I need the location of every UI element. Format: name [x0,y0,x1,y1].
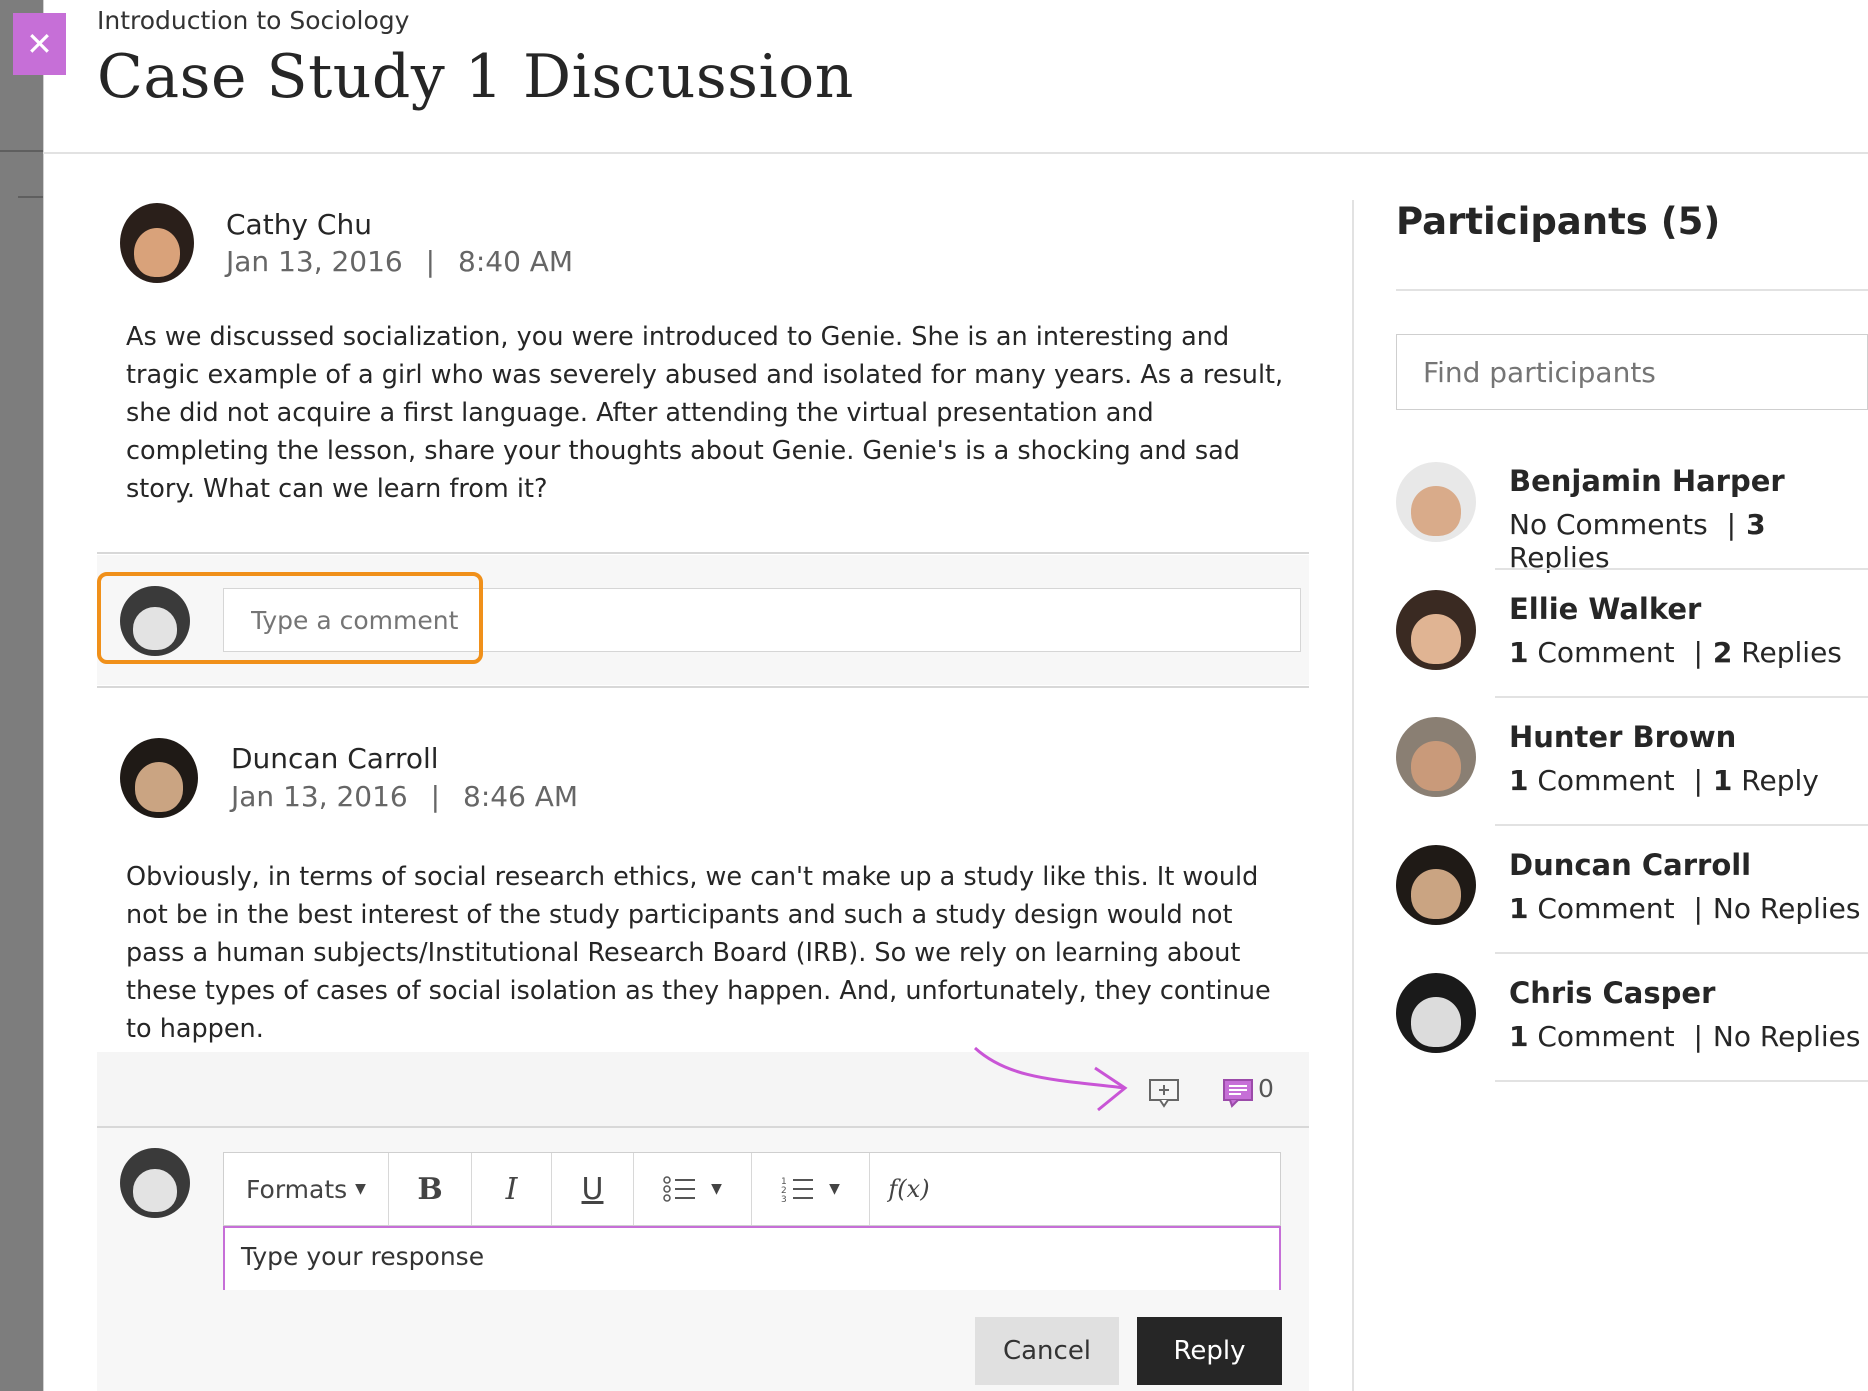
highlight-box [97,572,483,664]
background-page [0,0,43,1391]
replies-icon[interactable] [1222,1078,1254,1108]
avatar [1396,973,1476,1053]
comment-label: Comment [1528,1020,1675,1053]
post-timestamp: Jan 13, 2016 | 8:40 AM [226,245,573,278]
formula-button[interactable]: f(x) [870,1153,948,1225]
participant-stats: No Comments | 3 Replies [1509,508,1868,574]
chevron-down-icon: ▼ [711,1181,722,1197]
post-timestamp: Jan 13, 2016 | 8:46 AM [231,780,578,813]
participants-title: Participants (5) [1396,200,1721,243]
post-time: 8:40 AM [458,245,574,278]
reply-label: No Replies [1712,892,1861,925]
participant-stats: 1 Comment | No Replies [1509,1020,1860,1053]
participant-name[interactable]: Ellie Walker [1509,592,1701,626]
header-divider [43,152,1868,154]
background-divider [0,150,43,152]
reply-number: 1 [1712,764,1733,797]
reply-number: 2 [1712,636,1733,669]
comment-number: 1 [1509,1020,1529,1053]
separator: | [1693,892,1703,925]
post-date: Jan 13, 2016 [231,780,408,813]
divider [1396,289,1868,291]
avatar [1396,590,1476,670]
reply-number: 3 [1746,508,1766,541]
page-title: Case Study 1 Discussion [97,42,854,112]
formats-label: Formats [246,1174,348,1204]
comment-number: 1 [1509,764,1529,797]
separator: | [1726,508,1737,541]
post-body: Obviously, in terms of social research e… [126,862,1271,1044]
chevron-down-icon: ▼ [829,1181,840,1197]
post-body: As we discussed socialization, you were … [126,322,1284,504]
cancel-button[interactable]: Cancel [975,1317,1119,1385]
avatar [1396,845,1476,925]
divider [1495,696,1868,698]
replies-count[interactable]: 0 [1258,1074,1274,1103]
reply-label: No Replies [1712,1020,1861,1053]
reply-label: Replies [1732,636,1842,669]
participant-stats: 1 Comment | No Replies [1509,892,1860,925]
chevron-down-icon: ▼ [355,1181,366,1197]
add-reply-icon[interactable] [1148,1078,1180,1108]
bullet-list-button[interactable]: ▼ [634,1153,752,1225]
avatar [120,203,194,283]
avatar [1396,717,1476,797]
editor-toolbar: Formats ▼ B I U ▼ 1 2 3 ▼ f(x) [223,1152,1281,1226]
divider [1495,824,1868,826]
bullet-list-icon [663,1176,696,1202]
response-editor[interactable]: Type your response [223,1226,1281,1290]
divider [1495,1080,1868,1082]
svg-text:3: 3 [781,1195,787,1202]
bold-button[interactable]: B [389,1153,472,1225]
participant-stats: 1 Comment | 2 Replies [1509,636,1842,669]
divider [1495,952,1868,954]
participant-name[interactable]: Hunter Brown [1509,720,1736,754]
post-date: Jan 13, 2016 [226,245,403,278]
course-name: Introduction to Sociology [97,6,410,35]
post-author[interactable]: Cathy Chu [226,208,372,241]
comment-label: Comment [1528,892,1675,925]
comment-label: Comment [1528,764,1675,797]
reply-label: Reply [1732,764,1819,797]
divider [97,552,1309,554]
comment-number: 1 [1509,636,1529,669]
comment-label: Comment [1528,636,1675,669]
separator: | [1693,1020,1703,1053]
post-author[interactable]: Duncan Carroll [231,742,439,775]
separator: | [1693,764,1703,797]
participant-name[interactable]: Benjamin Harper [1509,464,1785,498]
participant-name[interactable]: Chris Casper [1509,976,1715,1010]
comment-count: No Comments [1509,508,1708,541]
post-time: 8:46 AM [463,780,579,813]
separator: | [425,245,436,278]
divider [97,686,1309,688]
separator: | [1693,636,1703,669]
sidebar-divider [1352,200,1354,1391]
annotation-arrow [973,1046,1128,1112]
close-button[interactable]: ✕ [13,13,66,75]
italic-button[interactable]: I [472,1153,552,1225]
numbered-list-icon: 1 2 3 [781,1177,814,1202]
participant-search-input[interactable] [1396,334,1868,410]
numbered-list-button[interactable]: 1 2 3 ▼ [752,1153,870,1225]
close-icon: ✕ [26,25,53,63]
reply-button[interactable]: Reply [1137,1317,1282,1385]
avatar [120,1148,190,1218]
formats-dropdown[interactable]: Formats ▼ [224,1153,389,1225]
background-divider [18,196,43,198]
participant-stats: 1 Comment | 1 Reply [1509,764,1819,797]
divider [1495,568,1868,570]
comment-number: 1 [1509,892,1529,925]
participant-name[interactable]: Duncan Carroll [1509,848,1751,882]
underline-button[interactable]: U [552,1153,634,1225]
separator: | [430,780,441,813]
avatar [1396,462,1476,542]
avatar [120,738,198,818]
